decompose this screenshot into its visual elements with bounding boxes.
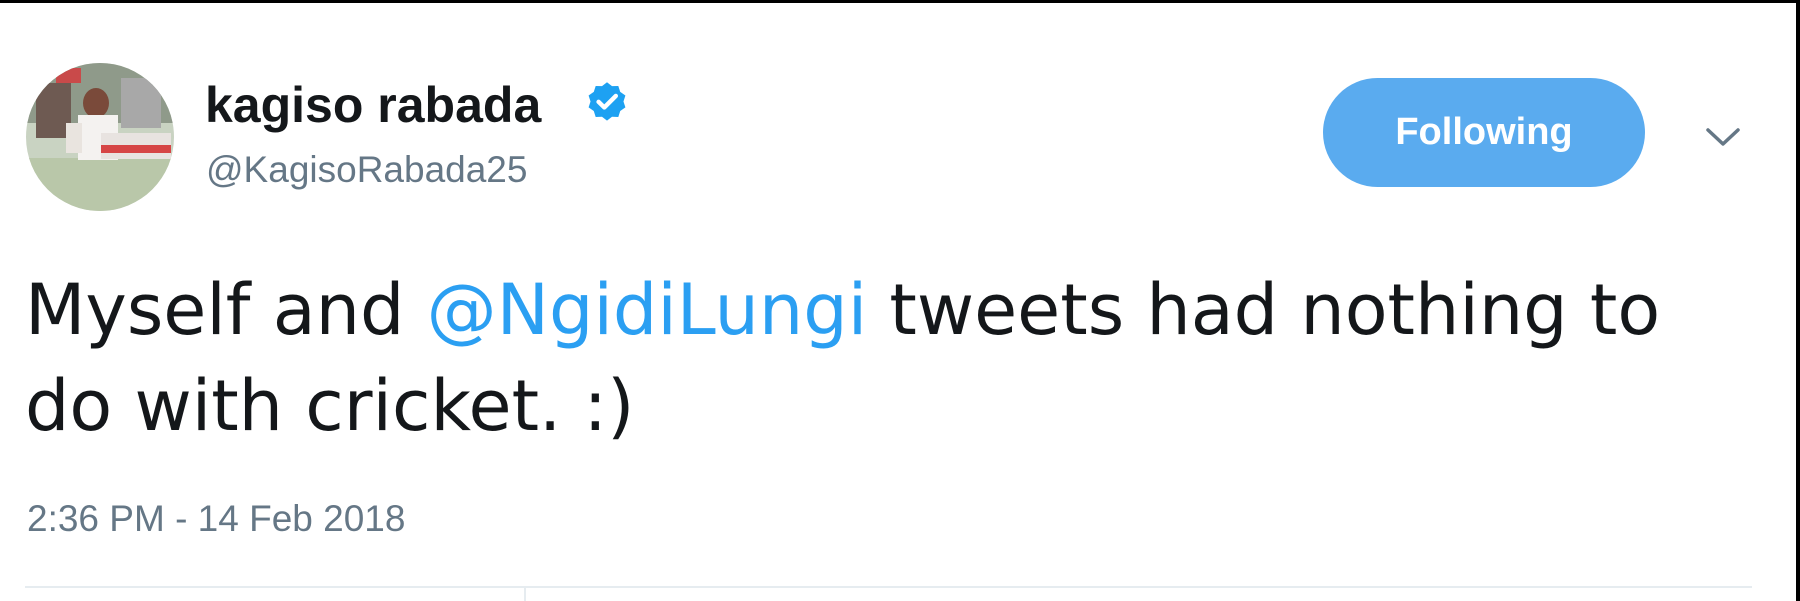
tweet-timestamp[interactable]: 2:36 PM - 14 Feb 2018 bbox=[27, 497, 405, 541]
mention-link[interactable]: @NgidiLungi bbox=[427, 269, 868, 351]
screenshot-frame-top bbox=[0, 0, 1800, 3]
divider bbox=[25, 586, 1752, 588]
author-handle[interactable]: @KagisoRabada25 bbox=[206, 148, 527, 192]
tweet-text: Myself and @NgidiLungi tweets had nothin… bbox=[25, 262, 1765, 454]
avatar[interactable] bbox=[26, 63, 174, 211]
divider-tick bbox=[524, 588, 526, 601]
tweet-text-before: Myself and bbox=[25, 269, 427, 351]
following-button[interactable]: Following bbox=[1323, 78, 1645, 187]
avatar-image bbox=[26, 63, 174, 211]
chevron-down-icon[interactable] bbox=[1702, 122, 1744, 152]
screenshot-frame-right bbox=[1796, 0, 1800, 601]
author-display-name[interactable]: kagiso rabada bbox=[205, 75, 541, 135]
verified-badge-icon bbox=[588, 82, 626, 121]
